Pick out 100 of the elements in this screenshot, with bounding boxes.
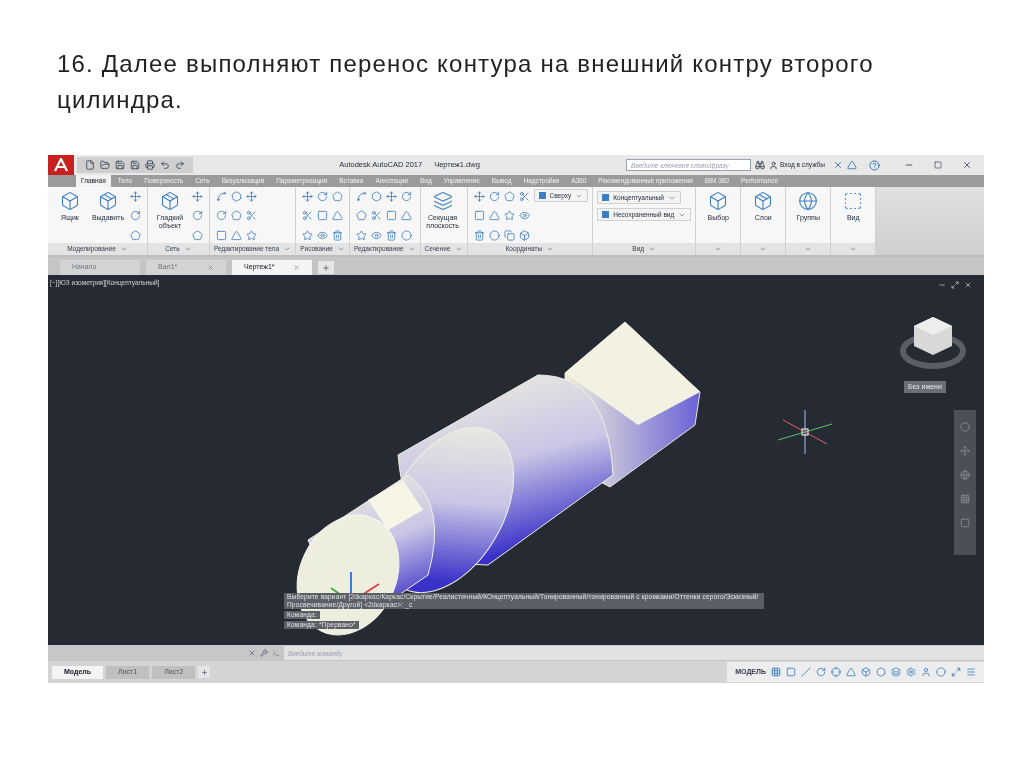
crosshair-cursor-icon — [778, 410, 832, 454]
snap-icon[interactable] — [786, 667, 796, 677]
rotate-icon[interactable] — [130, 210, 141, 222]
new-layout-button[interactable] — [198, 666, 211, 678]
new-tab-button[interactable] — [318, 261, 334, 274]
square-icon[interactable] — [386, 210, 398, 222]
menu-icon[interactable] — [966, 667, 976, 677]
pentagon-icon[interactable] — [192, 229, 203, 241]
trash-icon[interactable] — [386, 229, 398, 241]
wrench-icon[interactable] — [260, 649, 268, 657]
help-icon[interactable] — [869, 159, 880, 171]
plus-icon — [200, 668, 208, 676]
rotate-icon[interactable] — [192, 210, 203, 222]
undo-icon[interactable] — [160, 160, 170, 170]
orbit-icon[interactable] — [960, 470, 970, 480]
minimize-icon[interactable] — [938, 281, 946, 289]
move-icon[interactable] — [473, 191, 485, 202]
caret-icon — [283, 245, 292, 253]
cube-icon[interactable] — [518, 229, 530, 241]
caret-icon — [183, 245, 192, 253]
maximize-icon[interactable] — [934, 161, 942, 169]
printer-icon[interactable] — [145, 160, 155, 170]
cube-icon — [60, 191, 80, 211]
slide-heading: 16. Далее выполняют перенос контура на внешний контру второго цилиндра. — [56, 49, 875, 115]
move-icon[interactable] — [386, 191, 398, 202]
hexagon-icon[interactable] — [371, 191, 383, 202]
hexagon-icon[interactable] — [231, 191, 242, 202]
new-file-icon[interactable] — [85, 160, 95, 170]
angle-icon[interactable] — [846, 667, 856, 677]
curve-icon[interactable] — [216, 191, 227, 202]
binoculars-icon[interactable] — [755, 160, 766, 170]
redo-icon[interactable] — [175, 160, 185, 170]
caret-icon — [454, 245, 463, 253]
triangle-icon[interactable] — [231, 229, 242, 241]
prompt-icon[interactable] — [272, 649, 280, 657]
pentagon-icon[interactable] — [503, 191, 515, 202]
user-icon — [769, 160, 779, 170]
save-as-icon[interactable] — [130, 160, 140, 170]
rotate-icon[interactable] — [488, 191, 500, 202]
caret-icon — [336, 245, 345, 253]
layers-icon[interactable] — [891, 667, 901, 677]
pentagon-icon[interactable] — [231, 210, 242, 222]
pentagon-icon[interactable] — [332, 191, 344, 202]
caret-icon — [804, 245, 813, 253]
restore-icon[interactable] — [951, 281, 959, 289]
app-logo-icon[interactable] — [48, 155, 74, 175]
fullscreen-icon[interactable] — [951, 667, 961, 677]
save-icon[interactable] — [115, 160, 125, 170]
rotate-icon[interactable] — [317, 191, 329, 202]
move-icon[interactable] — [130, 191, 141, 202]
star-icon[interactable] — [246, 229, 257, 241]
eye-icon[interactable] — [518, 210, 530, 222]
scissors-icon[interactable] — [246, 210, 257, 222]
move-icon[interactable] — [302, 191, 314, 202]
triangle-icon[interactable] — [488, 210, 500, 222]
star-icon[interactable] — [302, 229, 314, 241]
move-icon[interactable] — [246, 191, 257, 202]
folder-icon[interactable] — [100, 160, 110, 170]
rotate-icon[interactable] — [401, 191, 413, 202]
trash-icon[interactable] — [473, 229, 485, 241]
circle-icon[interactable] — [488, 229, 500, 241]
caret-icon — [714, 245, 723, 253]
rotate-icon[interactable] — [216, 210, 227, 222]
star-icon[interactable] — [356, 229, 368, 241]
extruded-box-icon — [160, 191, 180, 211]
drawing-viewport[interactable] — [48, 275, 984, 645]
caret-icon — [849, 245, 858, 253]
curve-icon[interactable] — [356, 191, 368, 202]
square-icon[interactable] — [317, 210, 329, 222]
ortho-icon[interactable] — [801, 667, 811, 677]
copy-icon[interactable] — [503, 229, 515, 241]
square-icon[interactable] — [473, 210, 485, 222]
trash-icon[interactable] — [332, 229, 344, 241]
pentagon-icon[interactable] — [130, 229, 141, 241]
pan-icon[interactable] — [960, 446, 970, 456]
close-icon[interactable] — [962, 160, 972, 170]
triangle-icon[interactable] — [847, 160, 857, 170]
caret-icon — [119, 245, 128, 253]
scissors-icon[interactable] — [518, 191, 530, 202]
plane-icon — [843, 191, 864, 211]
polar-icon[interactable] — [816, 667, 826, 677]
triangle-icon[interactable] — [401, 210, 413, 222]
pentagon-icon[interactable] — [356, 210, 368, 222]
close-icon[interactable] — [248, 649, 256, 657]
object-icon[interactable] — [861, 667, 871, 677]
osnap-icon[interactable] — [831, 667, 841, 677]
eye-icon[interactable] — [317, 229, 329, 241]
triangle-icon[interactable] — [332, 210, 344, 222]
eye-icon[interactable] — [371, 229, 383, 241]
scissors-icon[interactable] — [302, 210, 314, 222]
circle-icon[interactable] — [401, 229, 413, 241]
layers-icon — [432, 191, 453, 211]
grid-icon[interactable] — [771, 667, 781, 677]
caret-icon — [407, 245, 416, 253]
user-icon[interactable] — [921, 667, 931, 677]
move-icon[interactable] — [192, 191, 203, 202]
scissors-icon[interactable] — [371, 210, 383, 222]
star-icon[interactable] — [503, 210, 515, 222]
settings-icon[interactable] — [906, 667, 916, 677]
square-icon[interactable] — [216, 229, 227, 241]
